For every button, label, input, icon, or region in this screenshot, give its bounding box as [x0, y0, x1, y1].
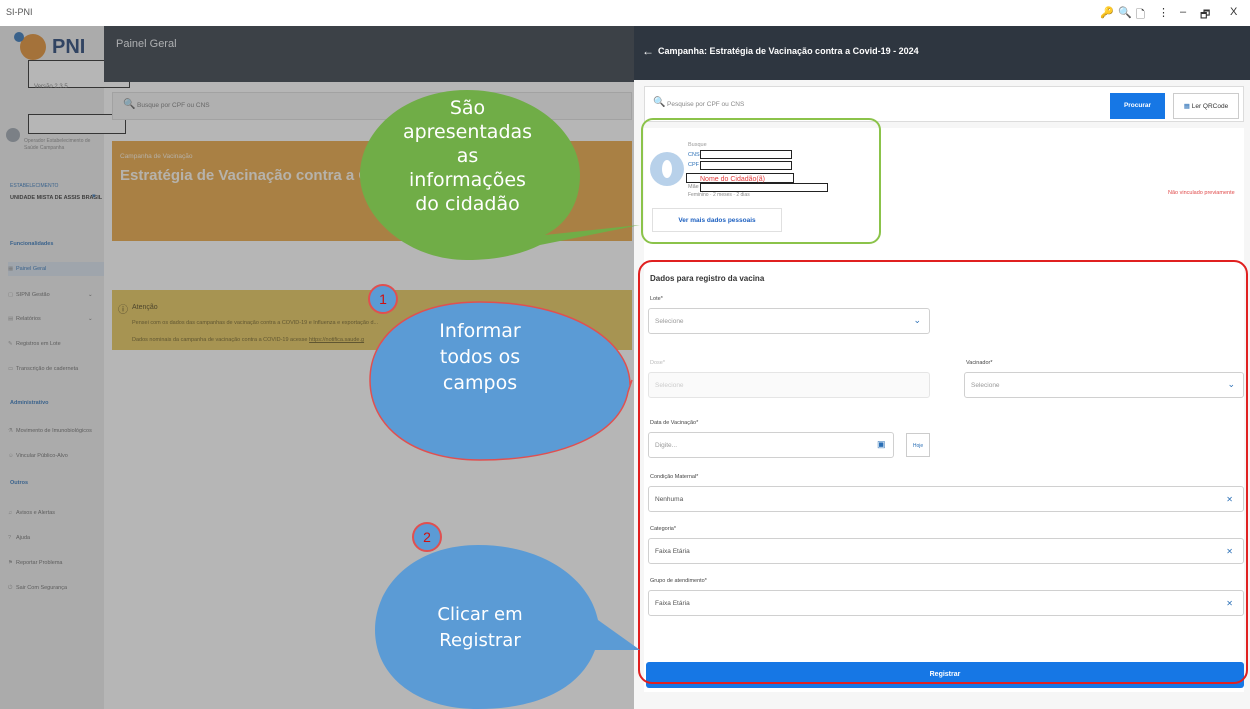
sidebar-item-label: Relatórios	[16, 316, 41, 322]
blue-callout-text-1: Informar todos os campos	[400, 318, 560, 396]
establishment-label: ESTABELECIMENTO	[10, 183, 59, 189]
chevron-down-icon: ⌄	[88, 292, 93, 298]
sidebar-item-relatorios[interactable]: ▤ Relatórios ⌄	[8, 312, 104, 326]
bell-icon: ♫	[8, 510, 13, 516]
step-number-2: 2	[412, 522, 442, 552]
user-profile[interactable]: Operador Estabelecimento de Saúde Campan…	[6, 126, 98, 156]
sidebar-item-label: Sair Com Segurança	[16, 585, 68, 591]
drawer-header: ← Campanha: Estratégia de Vacinação cont…	[634, 26, 1250, 80]
alert-link[interactable]: https://notifica.saude.g	[309, 337, 364, 343]
logo-dot-icon	[14, 32, 24, 42]
user-icon: ☺	[8, 453, 14, 459]
sidebar-item-sair[interactable]: ⏻ Sair Com Segurança	[8, 581, 104, 595]
alert-title: Atenção	[132, 304, 158, 311]
sidebar-item-ajuda[interactable]: ? Ajuda	[8, 531, 104, 545]
qrcode-icon: ▦	[1183, 103, 1192, 110]
user-avatar	[6, 128, 20, 142]
callout-line: Informar	[439, 320, 521, 342]
window-titlebar: SI-PNI 🔑 🔍 🗋 ⋮ – 🗗 X	[0, 0, 1250, 26]
sidebar-item-painel-geral[interactable]: ▦ Painel Geral	[8, 262, 104, 276]
sidebar-item-label: Vincular Público-Alvo	[16, 453, 68, 459]
sidebar: PNI Versão 2.3.5 Operador Estabeleciment…	[0, 26, 130, 709]
info-icon: ⓘ	[118, 305, 128, 316]
callout-line: todos os	[439, 346, 521, 368]
app-title: SI-PNI	[6, 7, 33, 17]
search-button[interactable]: Procurar	[1110, 93, 1165, 119]
sidebar-item-movimento[interactable]: ⚗ Movimento de Imunobiológicos	[8, 424, 104, 438]
sidebar-item-label: SIPNI Gestão	[16, 292, 50, 298]
pencil-icon: ✎	[8, 341, 13, 347]
status-badge: Não vinculado previamente	[1168, 190, 1235, 196]
callout-line: apresentadas	[402, 121, 533, 143]
sidebar-item-reportar[interactable]: ⚑ Reportar Problema	[8, 556, 104, 570]
callout-line: campos	[442, 372, 518, 394]
back-arrow-icon[interactable]: ←	[642, 44, 654, 58]
chevron-down-icon[interactable]: ▾	[92, 192, 96, 200]
restore-button[interactable]: 🗗	[1200, 6, 1210, 25]
sidebar-item-label: Registros em Lote	[16, 341, 61, 347]
chevron-down-icon: ⌄	[88, 316, 93, 322]
green-callout-text: São apresentadas as informações do cidad…	[380, 96, 555, 216]
nav-section-funcionalidades: Funcionalidades	[10, 241, 54, 247]
page-title: Painel Geral	[116, 38, 177, 50]
sidebar-item-label: Transcrição de caderneta	[16, 366, 79, 372]
citizen-search-input[interactable]: Pesquise por CPF ou CNS	[667, 101, 744, 108]
sidebar-item-label: Ajuda	[16, 535, 31, 541]
zoom-icon[interactable]: 🔍	[1118, 6, 1132, 19]
doc-icon: ▢	[8, 292, 14, 298]
callout-line: Registrar	[439, 630, 521, 651]
report-icon: ▤	[8, 316, 14, 322]
main-header: Painel Geral	[104, 26, 634, 82]
search-icon: 🔍	[123, 99, 136, 110]
campaign-label: Campanha de Vacinação	[120, 153, 193, 160]
minimize-button[interactable]: –	[1180, 6, 1186, 18]
establishment-select[interactable]: UNIDADE MISTA DE ASSIS BRASIL	[10, 195, 102, 201]
card-icon: ▭	[8, 366, 14, 372]
sidebar-item-label: Movimento de Imunobiológicos	[16, 428, 92, 434]
key-icon[interactable]: 🔑	[1100, 6, 1114, 19]
blue-callout-text-2: Clicar em Registrar	[405, 602, 555, 654]
alert-text: Pensei com os dados das campanhas de vac…	[132, 320, 543, 326]
flask-icon: ⚗	[8, 428, 13, 434]
menu-kebab-icon[interactable]: ⋮	[1158, 6, 1169, 19]
citizen-search-bar: 🔍 Pesquise por CPF ou CNS Procurar ▦ Ler…	[644, 86, 1244, 122]
drawer-title: Campanha: Estratégia de Vacinação contra…	[658, 46, 919, 56]
callout-line: do cidadão	[415, 193, 520, 215]
nav-section-administrativo: Administrativo	[10, 400, 49, 406]
sidebar-item-registros-lote[interactable]: ✎ Registros em Lote	[8, 337, 104, 351]
sidebar-item-transcricao[interactable]: ▭ Transcrição de caderneta	[8, 362, 104, 376]
logo-text: PNI	[52, 36, 86, 58]
logout-icon: ⏻	[8, 585, 13, 591]
user-role: Operador Estabelecimento de Saúde Campan…	[24, 138, 91, 151]
alert-text: Dados nominais da campanha de vacinação …	[132, 337, 365, 343]
callout-line: São	[449, 97, 486, 119]
search-placeholder: Busque por CPF ou CNS	[137, 102, 210, 109]
read-qrcode-button[interactable]: ▦ Ler QRCode	[1173, 93, 1239, 119]
sidebar-item-label: Avisos e Alertas	[16, 510, 56, 516]
campaign-title: Estratégia de Vacinação contra a Covid-1	[120, 167, 414, 184]
citizen-info-highlight	[641, 118, 881, 244]
callout-line: as	[456, 145, 479, 167]
close-window-button[interactable]: X	[1230, 6, 1237, 18]
sidebar-item-sipni-gestao[interactable]: ▢ SIPNI Gestão ⌄	[8, 288, 104, 302]
sidebar-item-avisos[interactable]: ♫ Avisos e Alertas	[8, 506, 104, 520]
sidebar-item-label: Reportar Problema	[16, 560, 63, 566]
page-icon[interactable]: 🗋	[1136, 6, 1145, 25]
search-icon: 🔍	[653, 97, 666, 108]
form-highlight	[638, 260, 1248, 684]
nav-section-outros: Outros	[10, 480, 29, 486]
help-icon: ?	[8, 535, 12, 541]
sidebar-item-vincular[interactable]: ☺ Vincular Público-Alvo	[8, 449, 104, 463]
callout-line: informações	[409, 169, 526, 191]
step-number-1: 1	[368, 284, 398, 314]
callout-line: Clicar em	[437, 604, 523, 625]
flag-icon: ⚑	[8, 560, 13, 566]
grid-icon: ▦	[8, 266, 14, 272]
sidebar-item-label: Painel Geral	[16, 266, 47, 272]
version-label: Versão 2.3.5	[34, 84, 68, 90]
